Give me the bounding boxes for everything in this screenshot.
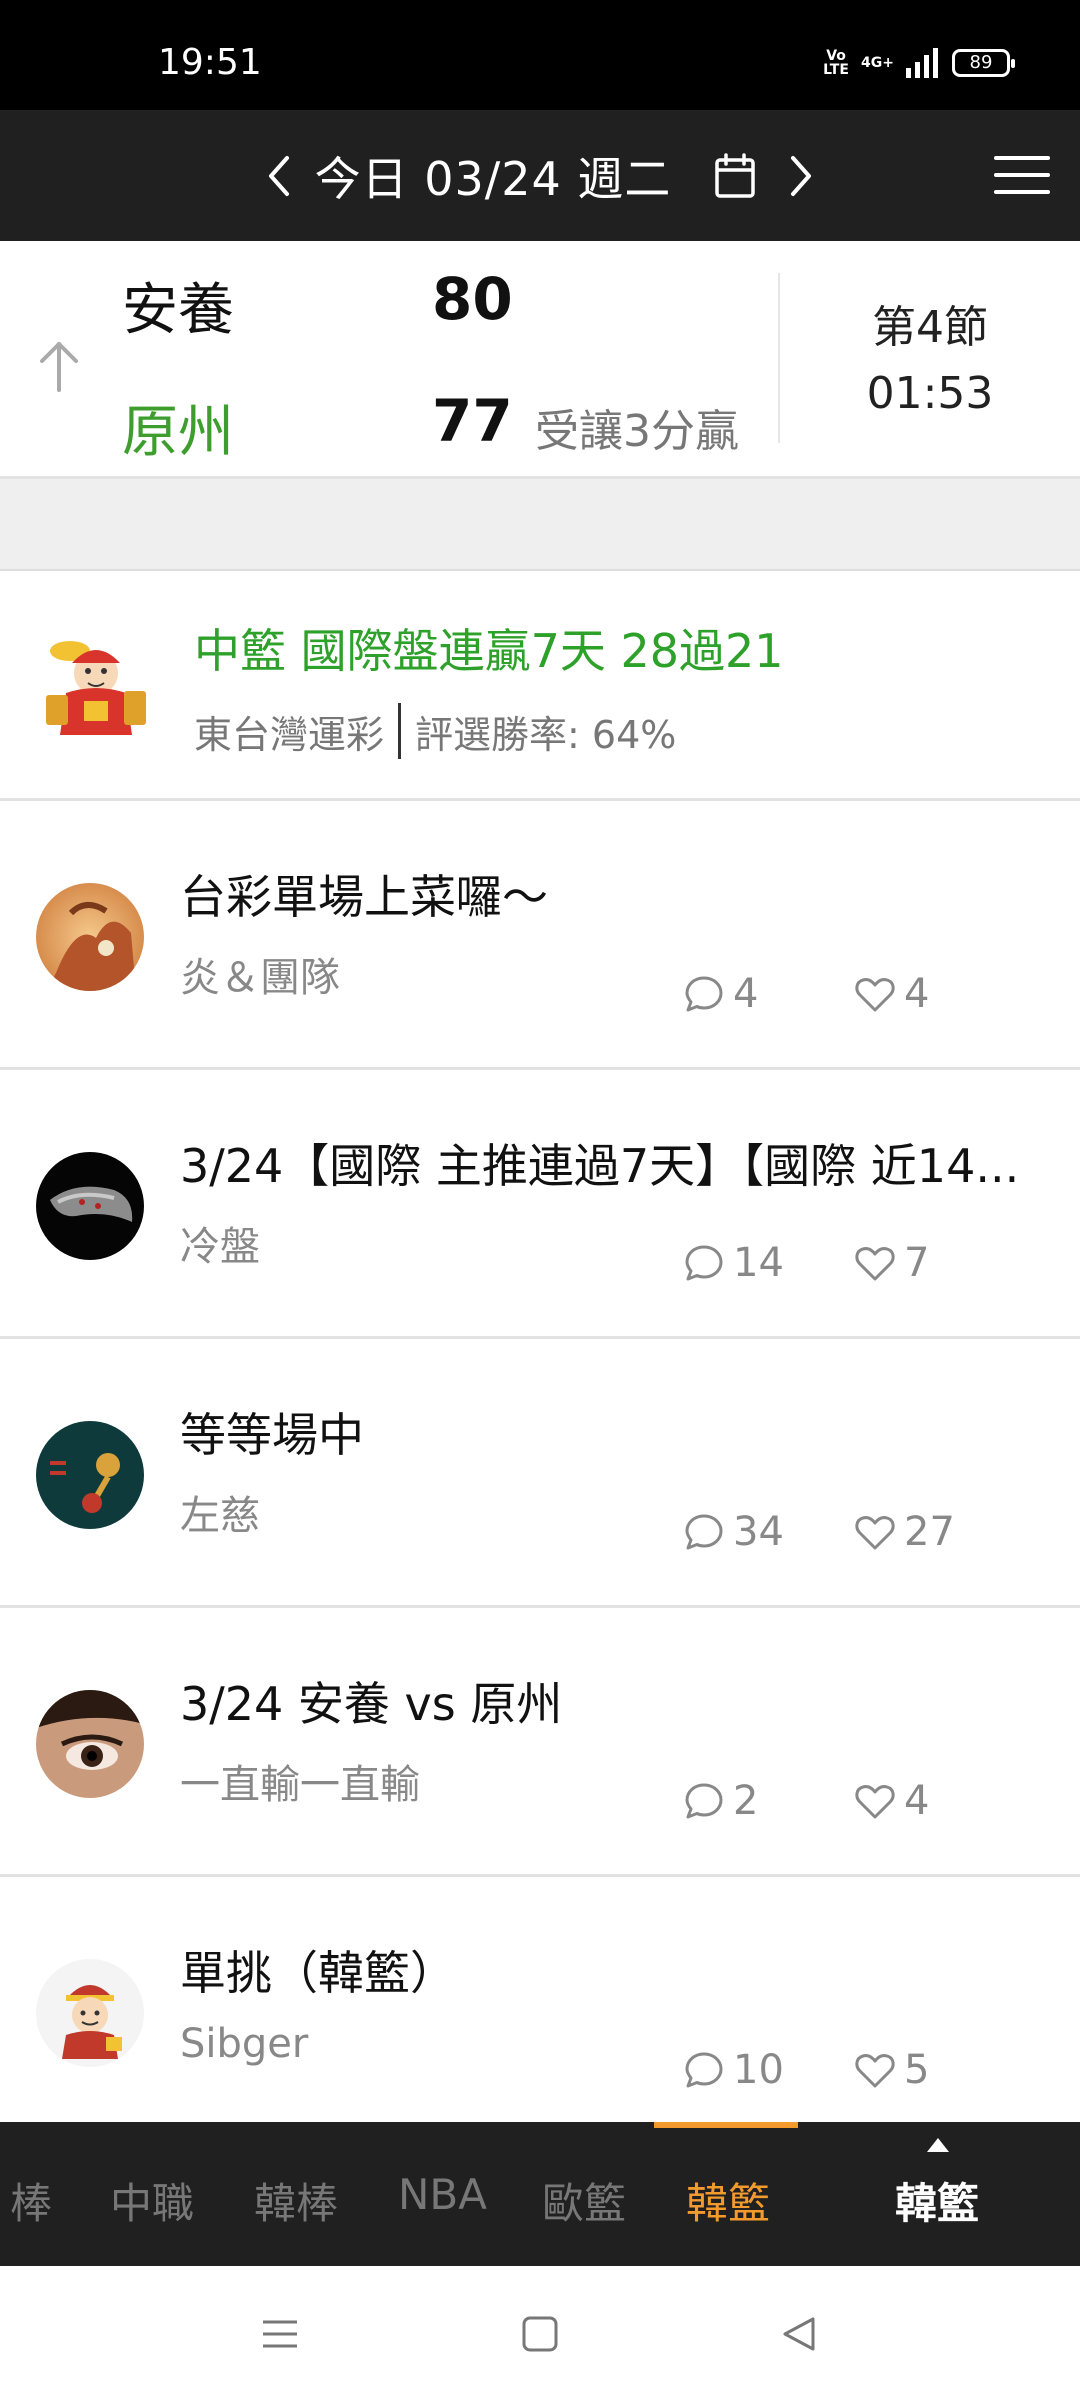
post-item[interactable]: 3/24【國際 主推連過7天】【國際 近14... 冷盤 14 7 [0,1070,1080,1339]
status-time: 19:51 [158,42,262,83]
tab-cpbl[interactable]: 中職 [110,2170,194,2231]
chevron-left-icon[interactable] [259,151,299,201]
date-navigator: 今日 03/24 週二 [0,110,1080,241]
comment-count-value: 34 [733,1509,784,1555]
comment-count-value: 10 [733,2047,784,2093]
like-count[interactable]: 27 [854,1509,955,1555]
network-type: 4G+ [861,55,894,71]
comment-count: 4 [683,971,758,1017]
arrow-up-icon [40,342,78,392]
game-status: 第4節 01:53 [780,295,1080,427]
heart-icon[interactable] [854,1242,896,1284]
comment-icon [685,1245,723,1281]
game-period: 第4節 [872,302,988,353]
fortune-god-icon [46,641,146,735]
post-title: 3/24【國際 主推連過7天】【國際 近14... [180,1139,1020,1193]
promoted-ad[interactable]: 中籃 國際盤連贏7天 28過21 東台灣運彩 評選勝率: 64% [0,571,1080,801]
post-author[interactable]: 一直輸一直輸 [180,1752,420,1810]
post-author[interactable]: 冷盤 [180,1214,260,1272]
active-tab-indicator [654,2122,798,2128]
current-league-selector[interactable]: 韓籃 [895,2170,979,2231]
section-spacer [0,479,1080,571]
top-header: 今日 03/24 週二 [0,110,1080,241]
post-title: 台彩單場上菜囉～ [180,870,548,924]
avatar[interactable] [36,1152,144,1260]
like-count-value: 4 [904,971,930,1017]
post-title: 等等場中 [180,1408,364,1462]
spread-result: 受讓3分贏 [535,406,739,457]
like-count[interactable]: 4 [854,1778,929,1824]
back-triangle-icon[interactable] [774,2310,822,2358]
like-count[interactable]: 4 [854,971,929,1017]
ad-source: 東台灣運彩 [194,712,385,757]
ad-subtitle: 東台灣運彩 評選勝率: 64% [194,703,676,759]
home-team-name: 安養 [122,278,234,343]
menu-icon[interactable] [256,2310,304,2358]
live-game-card[interactable]: 安養 80 原州 77 受讓3分贏 第4節 01:53 [0,241,1080,479]
date-label[interactable]: 今日 03/24 週二 [315,143,672,209]
comment-count: 34 [683,1509,784,1555]
heart-icon[interactable] [854,973,896,1015]
comment-count: 14 [683,1240,784,1286]
post-author[interactable]: 炎＆團隊 [180,945,340,1003]
like-count-value: 4 [904,1778,930,1824]
hamburger-menu-icon[interactable] [994,150,1050,200]
comment-icon [685,2052,723,2088]
comment-count-value: 2 [733,1778,759,1824]
comment-count-value: 14 [733,1240,784,1286]
comment-count-value: 4 [733,971,759,1017]
post-item[interactable]: 台彩單場上菜囉～ 炎＆團隊 4 4 [0,801,1080,1070]
avatar[interactable] [36,1421,144,1529]
away-team-score: 77 [432,387,513,455]
tab-euro-basketball[interactable]: 歐籃 [542,2170,626,2231]
avatar[interactable] [36,883,144,991]
comment-icon [685,1783,723,1819]
away-team-name: 原州 [122,400,234,465]
like-count-value: 5 [904,2047,930,2093]
tab-nba[interactable]: NBA [398,2170,487,2219]
comment-count: 2 [683,1778,758,1824]
heart-icon[interactable] [854,1511,896,1553]
calendar-icon[interactable] [705,146,765,206]
post-title: 單挑（韓籃） [180,1946,456,2000]
ad-win-rate: 評選勝率: 64% [415,712,677,757]
comment-icon [685,976,723,1012]
signal-icon [906,48,938,78]
post-author[interactable]: 左慈 [180,1483,260,1541]
avatar[interactable] [36,1959,144,2067]
system-nav-bar [0,2266,1080,2400]
post-item[interactable]: 等等場中 左慈 34 27 [0,1339,1080,1608]
post-item[interactable]: 單挑（韓籃） Sibger 10 5 [0,1877,1080,2146]
tab-baseball[interactable]: 棒 [10,2170,52,2231]
caret-up-icon[interactable] [927,2138,949,2152]
volte-icon: Vo LTE [823,48,849,78]
post-author[interactable]: Sibger [180,2021,308,2067]
status-icons: Vo LTE 4G+ 89 [823,48,1015,78]
ad-title: 中籃 國際盤連贏7天 28過21 [194,624,784,678]
avatar[interactable] [36,1690,144,1798]
comment-count: 10 [683,2047,784,2093]
battery-icon: 89 [952,49,1015,77]
game-clock: 01:53 [866,368,994,419]
ad-separator [398,703,402,759]
like-count[interactable]: 5 [854,2047,929,2093]
home-team-score: 80 [432,265,513,333]
tab-kbo[interactable]: 韓棒 [254,2170,338,2231]
like-count-value: 27 [904,1509,955,1555]
like-count-value: 7 [904,1240,930,1286]
home-square-icon[interactable] [516,2310,564,2358]
heart-icon[interactable] [854,1780,896,1822]
post-item[interactable]: 3/24 安養 vs 原州 一直輸一直輸 2 4 [0,1608,1080,1877]
comment-icon [685,1514,723,1550]
tab-kbl[interactable]: 韓籃 [686,2170,770,2231]
status-bar: 19:51 Vo LTE 4G+ 89 [0,0,1080,110]
like-count[interactable]: 7 [854,1240,929,1286]
post-title: 3/24 安養 vs 原州 [180,1677,563,1731]
chevron-right-icon[interactable] [781,151,821,201]
heart-icon[interactable] [854,2049,896,2091]
league-tab-bar: 棒 中職 韓棒 NBA 歐籃 韓籃 韓籃 [0,2122,1080,2266]
